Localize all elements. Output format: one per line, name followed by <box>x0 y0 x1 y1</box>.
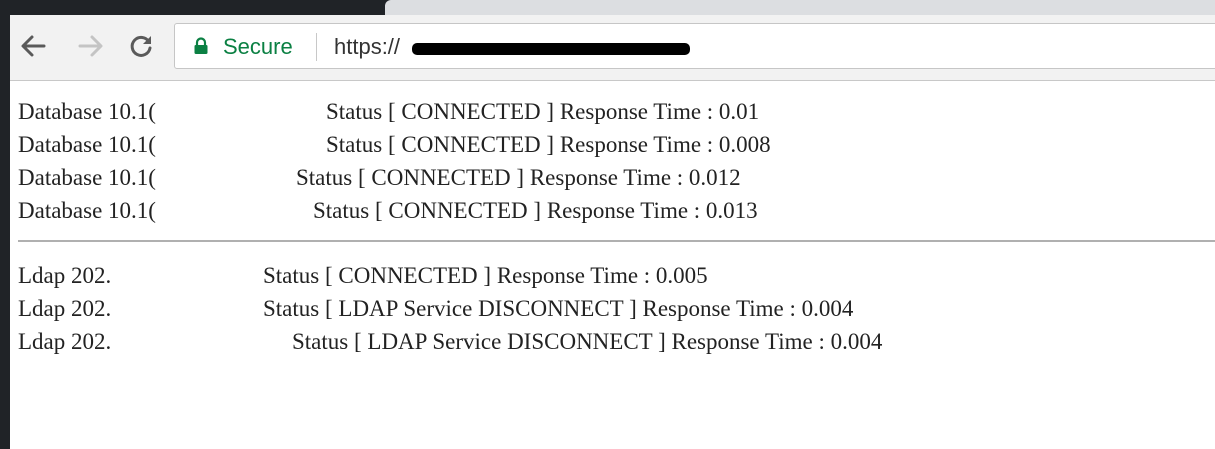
reload-button[interactable] <box>126 29 156 63</box>
browser-toolbar: Secure https:// <box>10 15 1215 81</box>
ldap-name: Ldap 202. <box>18 329 112 354</box>
redaction-bar <box>412 43 690 55</box>
database-status: Status [ CONNECTED ] Response Time : 0.0… <box>313 198 758 223</box>
tab-strip <box>10 0 1215 15</box>
forward-arrow-icon <box>78 35 103 57</box>
database-name: Database 10.1( <box>18 132 156 157</box>
ldap-name: Ldap 202. <box>18 296 112 321</box>
database-status: Status [ CONNECTED ] Response Time : 0.0… <box>326 99 760 124</box>
back-button[interactable] <box>18 29 48 63</box>
browser-window: Secure https:// Database 10.1( Status [ … <box>10 0 1215 449</box>
database-name: Database 10.1( <box>18 165 156 190</box>
secure-label[interactable]: Secure <box>223 34 293 60</box>
database-name: Database 10.1( <box>18 198 156 223</box>
status-page: Database 10.1( Status [ CONNECTED ] Resp… <box>10 82 1215 449</box>
database-name: Database 10.1( <box>18 99 156 124</box>
url-text[interactable]: https:// <box>334 34 400 60</box>
active-tab[interactable] <box>385 0 1215 15</box>
reload-icon <box>130 35 152 57</box>
ldap-status: Status [ LDAP Service DISCONNECT ] Respo… <box>263 296 854 321</box>
database-status: Status [ CONNECTED ] Response Time : 0.0… <box>296 165 741 190</box>
ldap-name: Ldap 202. <box>18 263 112 288</box>
database-status: Status [ CONNECTED ] Response Time : 0.0… <box>326 132 771 157</box>
ldap-status: Status [ CONNECTED ] Response Time : 0.0… <box>263 263 708 288</box>
ldap-status: Status [ LDAP Service DISCONNECT ] Respo… <box>292 329 883 354</box>
section-divider <box>18 240 1215 242</box>
lock-icon <box>194 37 208 54</box>
forward-button[interactable] <box>76 29 106 63</box>
back-arrow-icon <box>21 35 46 57</box>
address-bar[interactable]: Secure https:// <box>174 23 1215 69</box>
omnibox-separator <box>316 33 317 61</box>
